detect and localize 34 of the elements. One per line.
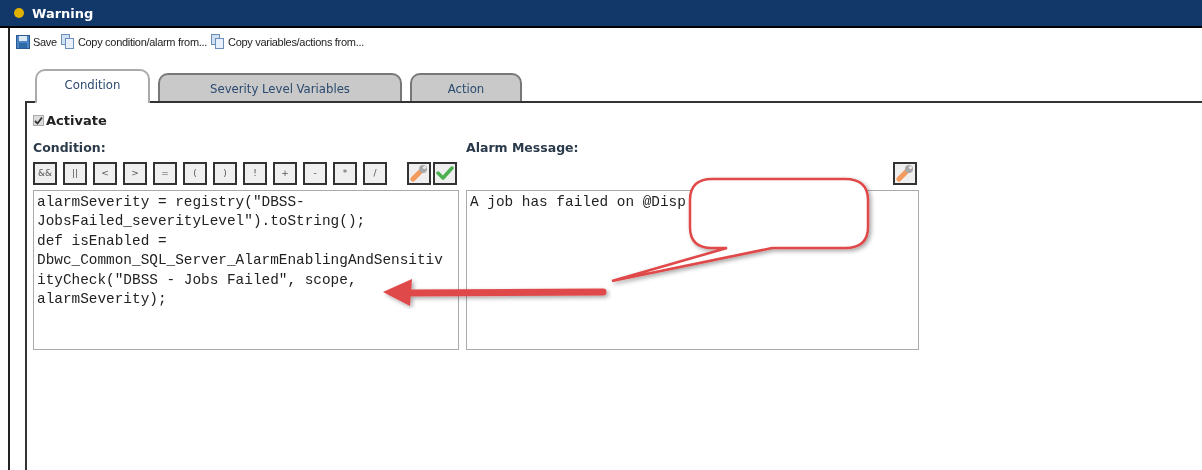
operator-button[interactable]: - bbox=[303, 161, 327, 185]
operator-button[interactable]: && bbox=[33, 161, 57, 185]
operator-button[interactable]: < bbox=[93, 161, 117, 185]
wrench-icon bbox=[896, 164, 914, 182]
code-editor[interactable]: alarmSeverity = registry("DBSS- JobsFailed_severityLevel").toString(); def isEnabled = Dbwc_Common_SQL_Server_AlarmEnablingAndSensitiv ityCheck("DBSS - Jobs Failed", scope, alarmSeverity); bbox=[33, 190, 459, 350]
wrench-button[interactable] bbox=[893, 161, 917, 185]
tab[interactable]: Condition bbox=[35, 69, 150, 103]
wrench-button[interactable] bbox=[407, 161, 431, 185]
operator-button[interactable]: ) bbox=[213, 161, 237, 185]
operator-button[interactable]: ! bbox=[243, 161, 267, 185]
field-label: Alarm Message: bbox=[466, 140, 580, 157]
operator-button[interactable]: * bbox=[333, 161, 357, 185]
field-label: Condition: bbox=[33, 140, 107, 157]
check-button[interactable] bbox=[433, 161, 457, 185]
checkbox[interactable] bbox=[33, 115, 44, 126]
operator-button[interactable]: + bbox=[273, 161, 297, 185]
wrench-icon bbox=[410, 164, 428, 182]
toolbar-link[interactable]: Save bbox=[33, 35, 57, 48]
tab[interactable]: Action bbox=[410, 73, 522, 101]
operator-button[interactable]: / bbox=[363, 161, 387, 185]
copy-icon[interactable] bbox=[60, 34, 75, 49]
save-icon[interactable] bbox=[16, 34, 30, 49]
check-icon bbox=[436, 164, 454, 182]
operator-button[interactable]: > bbox=[123, 161, 147, 185]
toolbar-link[interactable]: Copy variables/actions from... bbox=[228, 35, 364, 48]
operator-button[interactable]: = bbox=[153, 161, 177, 185]
toolbar-link[interactable]: Copy condition/alarm from... bbox=[77, 35, 208, 48]
window-title: Warning bbox=[32, 5, 94, 21]
tab[interactable]: Severity Level Variables bbox=[158, 73, 402, 101]
copy-icon[interactable] bbox=[211, 34, 226, 49]
status-dot-icon bbox=[14, 8, 24, 18]
checkbox-label: Activate bbox=[46, 113, 107, 128]
operator-button[interactable]: ( bbox=[183, 161, 207, 185]
operator-button[interactable]: || bbox=[63, 161, 87, 185]
